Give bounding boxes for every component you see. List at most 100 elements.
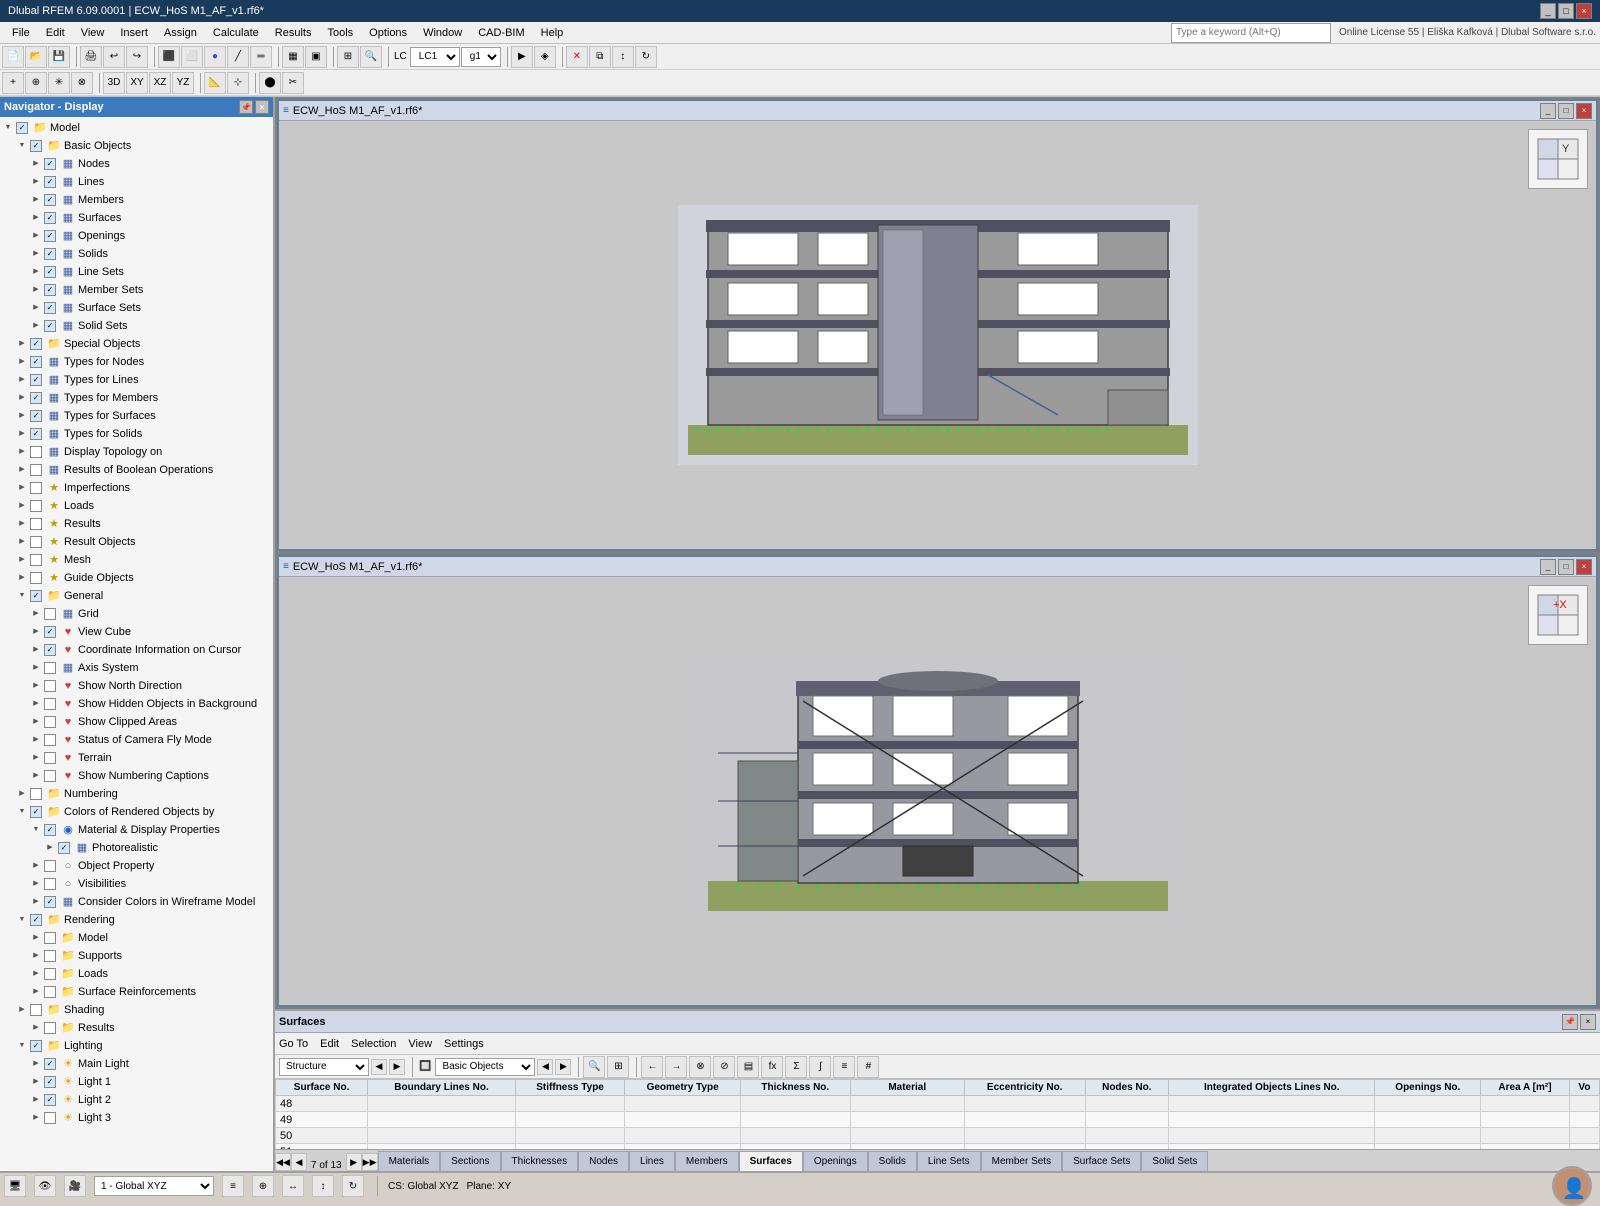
checkbox-types-members[interactable]: ✓ [30, 392, 42, 404]
expand-show-hidden[interactable]: ▶ [30, 698, 42, 710]
checkbox-members[interactable]: ✓ [44, 194, 56, 206]
tab-solids[interactable]: Solids [868, 1151, 917, 1171]
nav-tree-item-camera-fly[interactable]: ▶ ♥ Status of Camera Fly Mode [2, 731, 271, 749]
panel-tb5[interactable]: ⊗ [689, 1056, 711, 1078]
panel-close-btn[interactable]: × [1580, 1014, 1596, 1030]
g1-select[interactable]: g1 [461, 47, 501, 67]
copy-btn[interactable]: ⧉ [589, 46, 611, 68]
nav-tree-item-solid-sets[interactable]: ▶ ✓ ▦ Solid Sets [2, 317, 271, 335]
menu-cad-bim[interactable]: CAD-BIM [470, 25, 532, 41]
axis-btn[interactable]: ⊹ [227, 72, 249, 94]
expand-nodes[interactable]: ▶ [30, 158, 42, 170]
checkbox-lines[interactable]: ✓ [44, 176, 56, 188]
checkbox-photorealistic[interactable]: ✓ [58, 842, 70, 854]
view3d-btn[interactable]: 3D [103, 72, 125, 94]
checkbox-types-solids[interactable]: ✓ [30, 428, 42, 440]
open-btn[interactable]: 📂 [25, 46, 47, 68]
nav-tree-item-consider-colors[interactable]: ▶ ✓ ▦ Consider Colors in Wireframe Model [2, 893, 271, 911]
status-btn2[interactable]: ⊕ [252, 1175, 274, 1197]
nav-tree-item-solids[interactable]: ▶ ✓ ▦ Solids [2, 245, 271, 263]
expand-supports[interactable]: ▶ [30, 950, 42, 962]
checkbox-surface-sets[interactable]: ✓ [44, 302, 56, 314]
panel-title-btns[interactable]: 📌 × [1562, 1014, 1596, 1030]
expand-general[interactable]: ▼ [16, 590, 28, 602]
tab-nodes[interactable]: Nodes [578, 1151, 629, 1171]
nav-tree-item-show-hidden[interactable]: ▶ ♥ Show Hidden Objects in Background [2, 695, 271, 713]
panel-menu-edit[interactable]: Edit [320, 1038, 339, 1050]
snap4-btn[interactable]: ⊗ [71, 72, 93, 94]
structure-select[interactable]: Structure [279, 1058, 369, 1076]
checkbox-special-objects[interactable]: ✓ [30, 338, 42, 350]
search-input[interactable] [1171, 23, 1331, 43]
expand-members[interactable]: ▶ [30, 194, 42, 206]
menu-edit[interactable]: Edit [38, 25, 73, 41]
save-btn[interactable]: 💾 [48, 46, 70, 68]
checkbox-grid[interactable] [44, 608, 56, 620]
expand-lines[interactable]: ▶ [30, 176, 42, 188]
nav-tree-item-supports[interactable]: ▶ 📁 Supports [2, 947, 271, 965]
expand-terrain[interactable]: ▶ [30, 752, 42, 764]
expand-colors-rendered[interactable]: ▼ [16, 806, 28, 818]
expand-view-cube[interactable]: ▶ [30, 626, 42, 638]
nav-tree-item-loads[interactable]: ▶ ★ Loads [2, 497, 271, 515]
nav-tree-item-view-cube[interactable]: ▶ ✓ ♥ View Cube [2, 623, 271, 641]
expand-types-lines[interactable]: ▶ [16, 374, 28, 386]
table-row[interactable]: 48 [276, 1096, 1600, 1112]
zoom-in-btn[interactable]: 🔍 [360, 46, 382, 68]
nav-tree-item-object-property[interactable]: ▶ ○ Object Property [2, 857, 271, 875]
nav-tree-item-shading[interactable]: ▶ 📁 Shading [2, 1001, 271, 1019]
expand-mesh[interactable]: ▶ [16, 554, 28, 566]
nav-tree-item-guide-objects[interactable]: ▶ ★ Guide Objects [2, 569, 271, 587]
snap-btn[interactable]: + [2, 72, 24, 94]
nav-tree-item-nodes[interactable]: ▶ ✓ ▦ Nodes [2, 155, 271, 173]
zoom-all-btn[interactable]: ⊞ [337, 46, 359, 68]
status-btn5[interactable]: ↻ [342, 1175, 364, 1197]
nav-pin-btn[interactable]: 📌 [239, 100, 253, 114]
checkbox-shading-results[interactable] [44, 1022, 56, 1034]
checkbox-member-sets[interactable]: ✓ [44, 284, 56, 296]
render-btn[interactable]: ▶ [511, 46, 533, 68]
checkbox-solids[interactable]: ✓ [44, 248, 56, 260]
nav-tree-item-lighting[interactable]: ▼ ✓ 📁 Lighting [2, 1037, 271, 1055]
viewport-2-buttons[interactable]: _ □ × [1540, 559, 1592, 575]
nav-tree-item-numbering-captions[interactable]: ▶ ♥ Show Numbering Captions [2, 767, 271, 785]
expand-axis-system[interactable]: ▶ [30, 662, 42, 674]
nav-tree-item-light-1[interactable]: ▶ ✓ ☀ Light 1 [2, 1073, 271, 1091]
checkbox-rendering[interactable]: ✓ [30, 914, 42, 926]
bo-prev-btn[interactable]: ◀ [537, 1059, 553, 1075]
nav-tree-item-material-display[interactable]: ▼ ✓ ◉ Material & Display Properties [2, 821, 271, 839]
panel-tb10[interactable]: ∫ [809, 1056, 831, 1078]
menu-tools[interactable]: Tools [319, 25, 361, 41]
menu-results[interactable]: Results [267, 25, 320, 41]
close-button[interactable]: × [1576, 3, 1592, 19]
tab-solid-sets[interactable]: Solid Sets [1141, 1151, 1208, 1171]
status-btn3[interactable]: ↔ [282, 1175, 304, 1197]
expand-light-2[interactable]: ▶ [30, 1094, 42, 1106]
viewport-2-canvas[interactable]: +X [279, 577, 1596, 1005]
expand-camera-fly[interactable]: ▶ [30, 734, 42, 746]
checkbox-results[interactable] [30, 518, 42, 530]
wire-btn[interactable]: ◈ [534, 46, 556, 68]
checkbox-show-clipped[interactable] [44, 716, 56, 728]
undo-btn[interactable]: ↩ [103, 46, 125, 68]
tab-lines[interactable]: Lines [629, 1151, 675, 1171]
checkbox-light-2[interactable]: ✓ [44, 1094, 56, 1106]
nav-tree-item-rendering[interactable]: ▼ ✓ 📁 Rendering [2, 911, 271, 929]
checkbox-object-property[interactable] [44, 860, 56, 872]
checkbox-openings[interactable]: ✓ [44, 230, 56, 242]
checkbox-surfaces[interactable]: ✓ [44, 212, 56, 224]
viewport-1-canvas[interactable]: Y [279, 121, 1596, 549]
nav-tree-item-basic-objects[interactable]: ▼ ✓ 📁 Basic Objects [2, 137, 271, 155]
viewyz-btn[interactable]: YZ [172, 72, 194, 94]
checkbox-result-objects[interactable] [30, 536, 42, 548]
nav-tree-item-show-north[interactable]: ▶ ♥ Show North Direction [2, 677, 271, 695]
coord-system-select[interactable]: 1 - Global XYZ [94, 1176, 214, 1196]
tab-surface-sets[interactable]: Surface Sets [1062, 1151, 1141, 1171]
checkbox-basic-objects[interactable]: ✓ [30, 140, 42, 152]
menu-window[interactable]: Window [415, 25, 470, 41]
checkbox-surface-reinforcements[interactable] [44, 986, 56, 998]
menu-calculate[interactable]: Calculate [205, 25, 267, 41]
surface-btn[interactable]: ▦ [282, 46, 304, 68]
checkbox-light-3[interactable] [44, 1112, 56, 1124]
expand-visibilities[interactable]: ▶ [30, 878, 42, 890]
